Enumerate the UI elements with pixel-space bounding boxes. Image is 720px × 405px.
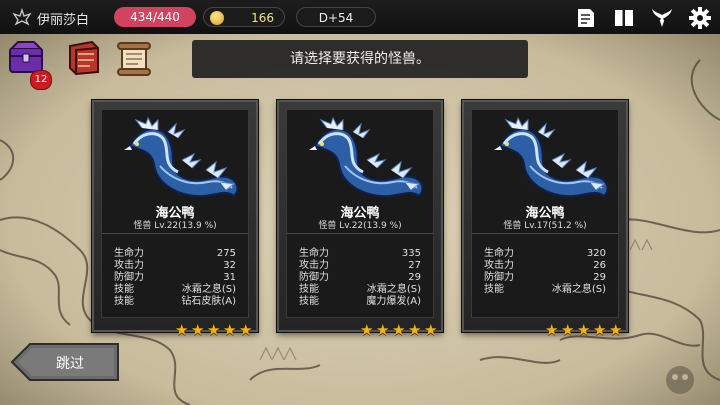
map-book-icon[interactable]	[612, 6, 636, 30]
monster-card-panel: 海公鸭 怪兽 Lv.17(51.2 %) 生命力 320 攻击力 26 防御力 29 技能 冰霜之…	[471, 109, 619, 318]
stat-row: 技能 钻石皮肤(A)	[114, 296, 236, 308]
player-name: 伊丽莎白	[37, 13, 90, 28]
stat-row: 防御力 29	[484, 272, 606, 284]
stat-label: 攻击力	[299, 260, 329, 271]
stat-row: 生命力 275	[114, 248, 236, 260]
star-icon: ★	[408, 321, 422, 339]
star-icon: ★	[593, 321, 607, 339]
top-status-bar: 伊丽莎白 434/440 166 D+54	[0, 0, 720, 34]
stat-value: 钻石皮肤(A)	[181, 296, 236, 307]
stat-row: 技能 冰霜之息(S)	[114, 284, 236, 296]
star-icon: ★	[545, 321, 559, 339]
stat-value: 275	[216, 248, 236, 259]
journal-icon[interactable]	[574, 6, 598, 30]
star-icon: ★	[239, 321, 253, 339]
stat-value: 冰霜之息(S)	[551, 284, 606, 295]
star-icon: ★	[609, 321, 623, 339]
stat-value: 冰霜之息(S)	[181, 284, 236, 295]
stat-row: 防御力 31	[114, 272, 236, 284]
stat-label: 技能	[299, 284, 319, 295]
stat-label: 攻击力	[484, 260, 514, 271]
monster-card[interactable]: 海公鸭 怪兽 Lv.22(13.9 %) 生命力 275 攻击力 32 防御力 31 技能 冰霜之…	[92, 100, 258, 338]
stat-value: 29	[593, 272, 606, 283]
monster-card[interactable]: 海公鸭 怪兽 Lv.17(51.2 %) 生命力 320 攻击力 26 防御力 29 技能 冰霜之…	[462, 100, 628, 338]
stat-row: 生命力 320	[484, 248, 606, 260]
monster-card-panel: 海公鸭 怪兽 Lv.22(13.9 %) 生命力 275 攻击力 32 防御力 31 技能 冰霜之…	[101, 109, 249, 318]
sea-serpent-monster-image	[309, 116, 424, 198]
star-icon: ★	[577, 321, 591, 339]
scroll-icon[interactable]	[114, 38, 154, 78]
chest-count: 12	[34, 74, 48, 85]
star-icon: ★	[223, 321, 237, 339]
stat-label: 生命力	[114, 248, 144, 259]
monster-stats: 生命力 335 攻击力 27 防御力 29 技能 冰霜之息(S) 技能 魔力爆发(A)	[299, 248, 421, 308]
prompt-text: 请选择要获得的怪兽。	[290, 51, 430, 67]
stat-label: 技能	[484, 284, 504, 295]
star-icon: ★	[392, 321, 406, 339]
star-icon: ★	[376, 321, 390, 339]
stat-value: 冰霜之息(S)	[366, 284, 421, 295]
stat-value: 32	[223, 260, 236, 271]
monster-horns-icon[interactable]	[650, 6, 674, 30]
stat-row: 攻击力 32	[114, 260, 236, 272]
star-icon: ★	[360, 321, 374, 339]
monster-stats: 生命力 320 攻击力 26 防御力 29 技能 冰霜之息(S)	[484, 248, 606, 296]
stat-label: 防御力	[299, 272, 329, 283]
skip-label: 跳过	[56, 356, 84, 372]
stat-label: 防御力	[484, 272, 514, 283]
sea-serpent-monster-image	[494, 116, 609, 198]
monster-level: 怪兽 Lv.22(13.9 %)	[287, 218, 433, 234]
stat-value: 335	[401, 248, 421, 259]
coin-icon	[210, 11, 224, 25]
stat-value: 27	[408, 260, 421, 271]
monster-level: 怪兽 Lv.17(51.2 %)	[472, 218, 618, 234]
red-book-icon[interactable]	[64, 38, 104, 78]
stat-label: 攻击力	[114, 260, 144, 271]
rarity-stars: ★ ★ ★ ★ ★	[360, 323, 439, 339]
stat-value: 26	[593, 260, 606, 271]
day-pill: D+54	[296, 7, 376, 27]
star-icon: ★	[207, 321, 221, 339]
monster-level: 怪兽 Lv.22(13.9 %)	[102, 218, 248, 234]
sea-serpent-monster-image	[124, 116, 239, 198]
selection-prompt: 请选择要获得的怪兽。	[192, 40, 528, 78]
stat-row: 技能 冰霜之息(S)	[484, 284, 606, 296]
rarity-stars: ★ ★ ★ ★ ★	[545, 323, 624, 339]
stat-label: 防御力	[114, 272, 144, 283]
gold-value: 166	[251, 11, 274, 25]
star-icon: ★	[191, 321, 205, 339]
rarity-stars: ★ ★ ★ ★ ★	[175, 323, 254, 339]
stat-value: 魔力爆发(A)	[366, 296, 421, 307]
stat-label: 技能	[299, 296, 319, 307]
crest-icon	[12, 8, 32, 26]
stat-label: 技能	[114, 296, 134, 307]
stat-value: 31	[223, 272, 236, 283]
chest-count-badge: 12	[30, 70, 52, 90]
stat-value: 29	[408, 272, 421, 283]
hp-value: 434/440	[130, 10, 180, 24]
stat-value: 320	[586, 248, 606, 259]
stat-label: 生命力	[299, 248, 329, 259]
gear-icon[interactable]	[688, 6, 712, 30]
stat-row: 防御力 29	[299, 272, 421, 284]
monster-card-panel: 海公鸭 怪兽 Lv.22(13.9 %) 生命力 335 攻击力 27 防御力 29 技能 冰霜之…	[286, 109, 434, 318]
star-icon: ★	[424, 321, 438, 339]
stat-row: 攻击力 26	[484, 260, 606, 272]
stat-label: 技能	[114, 284, 134, 295]
monster-card[interactable]: 海公鸭 怪兽 Lv.22(13.9 %) 生命力 335 攻击力 27 防御力 29 技能 冰霜之…	[277, 100, 443, 338]
monster-stats: 生命力 275 攻击力 32 防御力 31 技能 冰霜之息(S) 技能 钻石皮肤(A)	[114, 248, 236, 308]
gold-pill: 166	[203, 7, 285, 27]
day-value: D+54	[318, 11, 354, 25]
stat-row: 生命力 335	[299, 248, 421, 260]
star-icon: ★	[561, 321, 575, 339]
stat-label: 生命力	[484, 248, 514, 259]
stat-row: 技能 冰霜之息(S)	[299, 284, 421, 296]
stat-row: 攻击力 27	[299, 260, 421, 272]
star-icon: ★	[175, 321, 189, 339]
stat-row: 技能 魔力爆发(A)	[299, 296, 421, 308]
hp-pill: 434/440	[114, 7, 196, 27]
